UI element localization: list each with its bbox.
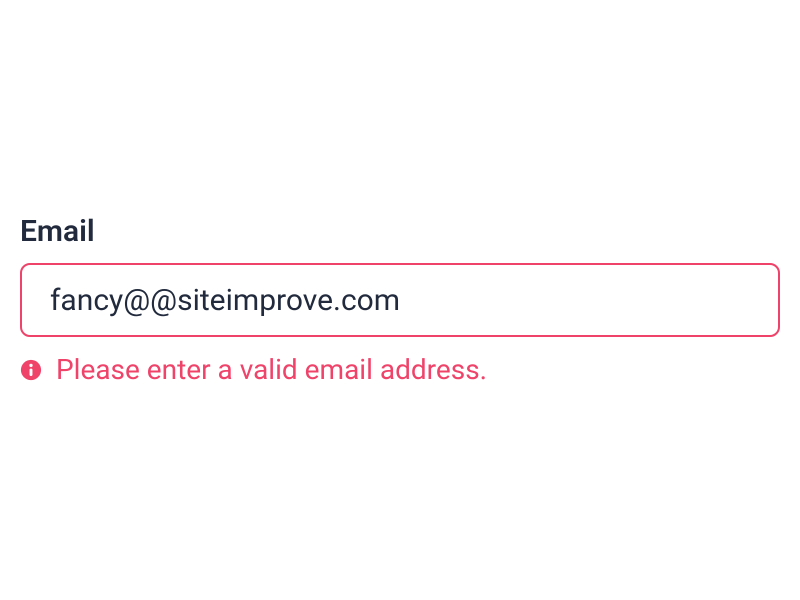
email-input[interactable] — [20, 263, 780, 337]
info-icon — [20, 359, 42, 381]
email-label: Email — [20, 214, 780, 249]
error-message-row: Please enter a valid email address. — [20, 353, 780, 386]
email-form-group: Email Please enter a valid email address… — [20, 214, 780, 386]
error-message-text: Please enter a valid email address. — [56, 353, 487, 386]
